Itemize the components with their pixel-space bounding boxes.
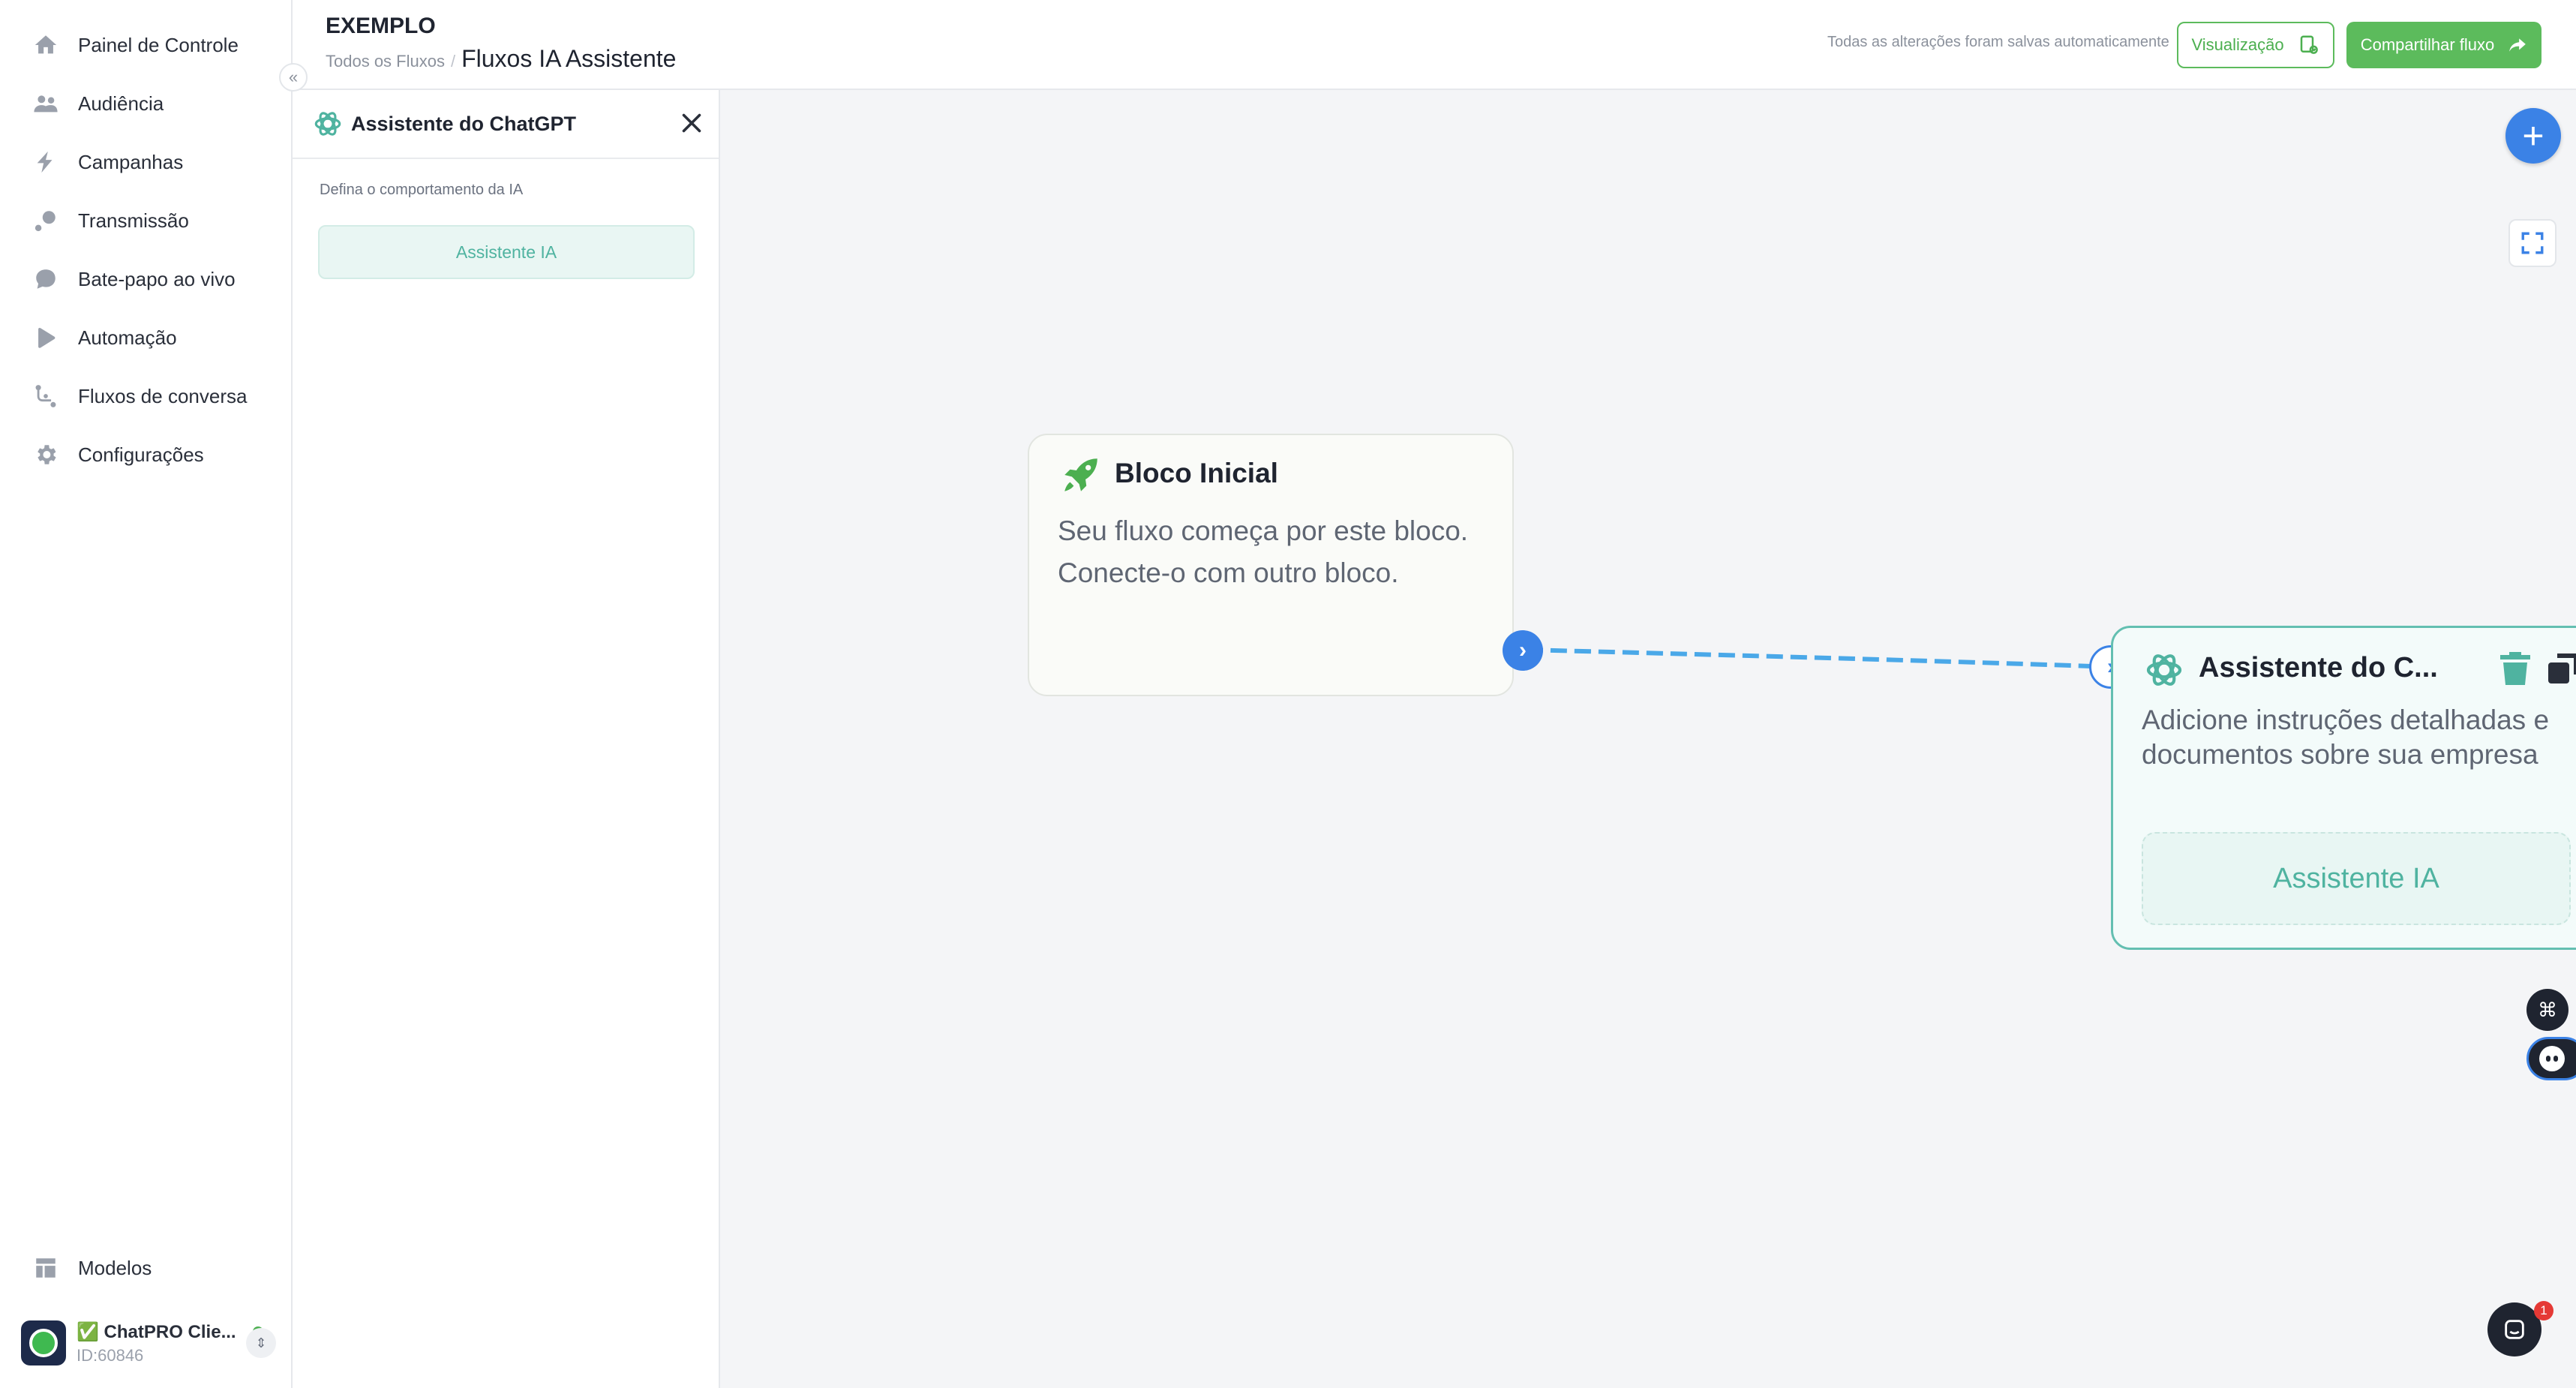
sidebar-item-label: Bate-papo ao vivo (78, 267, 236, 290)
ai-node-title: Assistente do C... (2199, 652, 2438, 683)
start-node-title: Bloco Inicial (1115, 458, 1278, 488)
sidebar-item-label: Campanhas (78, 150, 184, 173)
sidebar-item-label: Painel de Controle (78, 33, 239, 56)
sidebar-item-campaigns[interactable]: Campanhas (33, 140, 183, 185)
behavior-label: Defina o comportamento da IA (320, 182, 524, 198)
autosave-status: Todas as alterações foram salvas automat… (1827, 34, 2169, 50)
users-icon (34, 95, 58, 113)
ai-assistant-node[interactable]: Assistente do C... Adicione instruções d… (2111, 626, 2576, 950)
ai-node-assistant-button[interactable]: Assistente IA (2142, 832, 2571, 925)
add-block-button[interactable]: + (2505, 108, 2561, 164)
sidebar-item-templates[interactable]: Modelos (33, 1245, 152, 1290)
expand-icon (2521, 232, 2544, 254)
sidebar-item-dashboard[interactable]: Painel de Controle (33, 23, 239, 68)
close-icon[interactable] (678, 110, 705, 137)
home-icon (35, 35, 57, 54)
sidebar-item-label: Automação (78, 326, 177, 349)
bolt-icon (37, 151, 53, 173)
account-logo (21, 1320, 66, 1365)
play-icon (38, 327, 56, 348)
sidebar-item-label: Fluxos de conversa (78, 384, 248, 407)
start-node-description: Seu fluxo começa por este bloco. Conecte… (1058, 515, 1469, 588)
share-button-label: Compartilhar fluxo (2360, 35, 2495, 54)
panel-header: Assistente do ChatGPT (293, 90, 719, 159)
chatgpt-icon (314, 112, 341, 136)
sidebar-item-label: Modelos (78, 1256, 152, 1279)
collapse-sidebar-button[interactable]: « (279, 63, 308, 92)
sidebar-item-label: Configurações (78, 443, 204, 466)
unread-badge: 1 (2534, 1301, 2553, 1320)
command-shortcut-button[interactable]: ⌘ (2526, 989, 2568, 1031)
trash-icon[interactable] (2500, 650, 2530, 686)
account-switcher[interactable]: ✅ ChatPRO Clie... ID:60846 ⇕ (21, 1319, 276, 1367)
sidebar-item-audience[interactable]: Audiência (33, 81, 164, 126)
gear-icon (38, 445, 56, 464)
sidebar-item-settings[interactable]: Configurações (33, 432, 204, 477)
share-flow-button[interactable]: Compartilhar fluxo (2346, 22, 2541, 68)
chat-bubble-icon (36, 269, 56, 289)
breadcrumb: Todos os Fluxos / Fluxos IA Assistente (326, 45, 676, 73)
breadcrumb-separator: / (450, 52, 456, 71)
share-arrow-icon (2509, 38, 2526, 52)
start-block-node[interactable]: Bloco Inicial Seu fluxo começa por este … (1028, 434, 1514, 696)
fit-view-button[interactable] (2508, 219, 2556, 267)
ai-node-description: Adicione instruções detalhadas e documen… (2142, 705, 2550, 770)
top-header: EXEMPLO Todos os Fluxos / Fluxos IA Assi… (293, 0, 2576, 90)
preview-button-label: Visualização (2191, 35, 2284, 54)
assistant-bot-button[interactable] (2526, 1037, 2576, 1080)
account-id: ID:60846 (77, 1345, 144, 1365)
preview-button[interactable]: Visualização (2177, 22, 2334, 68)
ai-assistant-panel: Assistente do ChatGPT Defina o comportam… (293, 90, 720, 1388)
preview-icon (2300, 35, 2318, 54)
sidebar-item-label: Transmissão (78, 209, 189, 232)
flow-canvas[interactable]: Bloco Inicial Seu fluxo começa por este … (720, 90, 2576, 1388)
sidebar: Painel de Controle Audiência Campanhas T… (0, 0, 293, 1388)
command-icon: ⌘ (2538, 998, 2557, 1021)
flow-name[interactable]: Fluxos IA Assistente (461, 45, 676, 73)
sidebar-item-broadcast[interactable]: Transmissão (33, 198, 189, 243)
rocket-icon (1064, 458, 1097, 491)
chatgpt-icon (2146, 654, 2182, 686)
page-title: EXEMPLO (326, 14, 436, 38)
account-name: ✅ ChatPRO Clie... (77, 1321, 236, 1342)
account-switch-icon[interactable]: ⇕ (246, 1328, 276, 1358)
templates-icon (36, 1258, 56, 1278)
panel-title: Assistente do ChatGPT (351, 113, 577, 135)
breadcrumb-all-flows-link[interactable]: Todos os Fluxos (326, 52, 445, 71)
duplicate-icon[interactable] (2545, 650, 2576, 686)
sidebar-item-flows[interactable]: Fluxos de conversa (33, 374, 247, 419)
bot-face-icon (2539, 1046, 2565, 1071)
sidebar-item-live-chat[interactable]: Bate-papo ao vivo (33, 257, 236, 302)
sidebar-item-label: Audiência (78, 92, 164, 115)
broadcast-icon (35, 211, 56, 232)
sidebar-item-automation[interactable]: Automação (33, 315, 177, 360)
chat-icon (2505, 1320, 2524, 1339)
start-node-output-handle[interactable]: › (1503, 630, 1543, 671)
flow-icon (35, 385, 56, 407)
double-chevron-left-icon: « (288, 68, 299, 86)
assistant-ia-button[interactable]: Assistente IA (318, 225, 695, 279)
